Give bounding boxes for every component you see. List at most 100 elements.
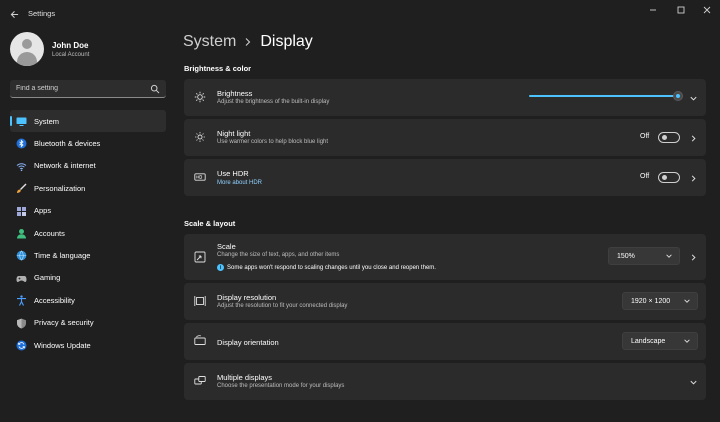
sidebar-item-label: System bbox=[34, 116, 60, 126]
resolution-card[interactable]: Display resolution Adjust the resolution… bbox=[184, 283, 706, 320]
title-bar: Settings bbox=[0, 0, 720, 28]
shield-icon bbox=[16, 318, 27, 329]
chevron-right-icon[interactable] bbox=[688, 252, 698, 262]
chevron-down-icon bbox=[684, 339, 690, 343]
breadcrumb: System Display bbox=[183, 33, 313, 51]
sidebar-item-label: Accessibility bbox=[34, 295, 75, 305]
night-light-state: Off bbox=[640, 133, 650, 140]
sidebar-item-label: Windows Update bbox=[34, 340, 91, 350]
accessibility-icon bbox=[16, 295, 27, 306]
sidebar-nav: System Bluetooth & devices Network & int… bbox=[10, 110, 166, 356]
scale-description: Change the size of text, apps, and other… bbox=[217, 252, 340, 258]
close-icon bbox=[703, 6, 711, 14]
night-light-title: Night light bbox=[217, 129, 251, 138]
scale-title: Scale bbox=[217, 242, 236, 251]
info-icon: i bbox=[217, 264, 224, 271]
sidebar-item-label: Apps bbox=[34, 206, 52, 216]
hdr-title: Use HDR bbox=[217, 169, 249, 178]
search-input[interactable] bbox=[16, 85, 146, 92]
hdr-card[interactable]: Use HDR More about HDR Off bbox=[184, 159, 706, 196]
scale-info-note: i Some apps won't respond to scaling cha… bbox=[217, 264, 436, 271]
sidebar-item-privacy-security[interactable]: Privacy & security bbox=[10, 312, 166, 334]
sidebar-item-bluetooth[interactable]: Bluetooth & devices bbox=[10, 132, 166, 154]
more-about-hdr-link[interactable]: More about HDR bbox=[217, 180, 262, 186]
night-light-card[interactable]: Night light Use warmer colors to help bl… bbox=[184, 119, 706, 156]
app-title: Settings bbox=[28, 9, 56, 18]
section-header-scale-layout: Scale & layout bbox=[184, 219, 236, 228]
back-button[interactable] bbox=[6, 6, 22, 22]
night-light-toggle[interactable] bbox=[658, 132, 680, 143]
orientation-card[interactable]: Display orientation Landscape bbox=[184, 323, 706, 360]
chevron-right-icon[interactable] bbox=[688, 173, 698, 183]
brightness-slider-track[interactable] bbox=[529, 95, 678, 97]
sidebar-item-system[interactable]: System bbox=[10, 110, 166, 133]
sidebar-item-personalization[interactable]: Personalization bbox=[10, 177, 166, 199]
minimize-icon bbox=[650, 9, 656, 11]
orientation-icon bbox=[194, 335, 206, 347]
sidebar-item-apps[interactable]: Apps bbox=[10, 200, 166, 222]
maximize-button[interactable] bbox=[672, 4, 690, 16]
search-icon[interactable] bbox=[150, 84, 160, 94]
globe-icon bbox=[16, 250, 27, 261]
section-header-brightness-color: Brightness & color bbox=[184, 64, 252, 73]
scale-dropdown-value: 150% bbox=[617, 252, 635, 260]
brightness-icon bbox=[194, 91, 206, 103]
avatar bbox=[10, 32, 44, 66]
sidebar-item-accounts[interactable]: Accounts bbox=[10, 222, 166, 244]
search-box[interactable] bbox=[10, 80, 166, 98]
person-icon bbox=[16, 228, 27, 239]
resolution-description: Adjust the resolution to fit your connec… bbox=[217, 303, 348, 309]
brightness-slider-thumb[interactable] bbox=[673, 91, 683, 101]
sidebar-item-accessibility[interactable]: Accessibility bbox=[10, 289, 166, 311]
brush-icon bbox=[16, 183, 27, 194]
back-arrow-icon bbox=[10, 10, 18, 18]
close-button[interactable] bbox=[698, 4, 716, 16]
brightness-card[interactable]: Brightness Adjust the brightness of the … bbox=[184, 79, 706, 116]
multiple-displays-icon bbox=[194, 375, 206, 387]
sidebar-item-network[interactable]: Network & internet bbox=[10, 155, 166, 177]
multiple-displays-title: Multiple displays bbox=[217, 373, 273, 382]
user-profile[interactable]: John Doe Local Account bbox=[10, 32, 89, 66]
scale-dropdown[interactable]: 150% bbox=[608, 247, 680, 265]
brightness-title: Brightness bbox=[217, 89, 253, 98]
update-icon bbox=[16, 340, 27, 351]
bluetooth-icon bbox=[16, 138, 27, 149]
scale-card[interactable]: Scale Change the size of text, apps, and… bbox=[184, 234, 706, 280]
chevron-right-icon bbox=[245, 38, 251, 46]
multiple-displays-card[interactable]: Multiple displays Choose the presentatio… bbox=[184, 363, 706, 400]
resolution-title: Display resolution bbox=[217, 293, 277, 302]
minimize-button[interactable] bbox=[644, 4, 662, 16]
hdr-icon bbox=[194, 171, 206, 183]
sidebar-item-label: Bluetooth & devices bbox=[34, 139, 101, 149]
night-light-description: Use warmer colors to help block blue lig… bbox=[217, 139, 329, 145]
chevron-down-icon[interactable] bbox=[688, 93, 698, 103]
resolution-dropdown[interactable]: 1920 × 1200 bbox=[622, 292, 698, 310]
resolution-icon bbox=[194, 295, 206, 307]
hdr-state: Off bbox=[640, 173, 650, 180]
sidebar-item-label: Personalization bbox=[34, 183, 86, 193]
breadcrumb-parent[interactable]: System bbox=[183, 33, 236, 51]
sidebar-item-label: Time & language bbox=[34, 251, 91, 261]
page-title: Display bbox=[260, 33, 313, 50]
brightness-description: Adjust the brightness of the built-in di… bbox=[217, 99, 330, 105]
monitor-icon bbox=[16, 116, 27, 127]
chevron-down-icon[interactable] bbox=[688, 377, 698, 387]
sidebar-item-windows-update[interactable]: Windows Update bbox=[10, 334, 166, 356]
scale-icon bbox=[194, 251, 206, 263]
chevron-down-icon bbox=[684, 299, 690, 303]
orientation-dropdown-value: Landscape bbox=[631, 337, 666, 345]
orientation-dropdown[interactable]: Landscape bbox=[622, 332, 698, 350]
maximize-icon bbox=[677, 6, 685, 14]
sidebar-item-time-language[interactable]: Time & language bbox=[10, 244, 166, 266]
profile-account-type: Local Account bbox=[52, 51, 90, 58]
sidebar-item-label: Network & internet bbox=[34, 161, 96, 171]
chevron-down-icon bbox=[666, 254, 672, 258]
night-light-icon bbox=[194, 131, 206, 143]
apps-icon bbox=[16, 206, 27, 217]
orientation-title: Display orientation bbox=[217, 338, 279, 347]
gamepad-icon bbox=[16, 273, 27, 284]
sidebar-item-label: Privacy & security bbox=[34, 318, 94, 328]
hdr-toggle[interactable] bbox=[658, 172, 680, 183]
sidebar-item-gaming[interactable]: Gaming bbox=[10, 267, 166, 289]
chevron-right-icon[interactable] bbox=[688, 133, 698, 143]
